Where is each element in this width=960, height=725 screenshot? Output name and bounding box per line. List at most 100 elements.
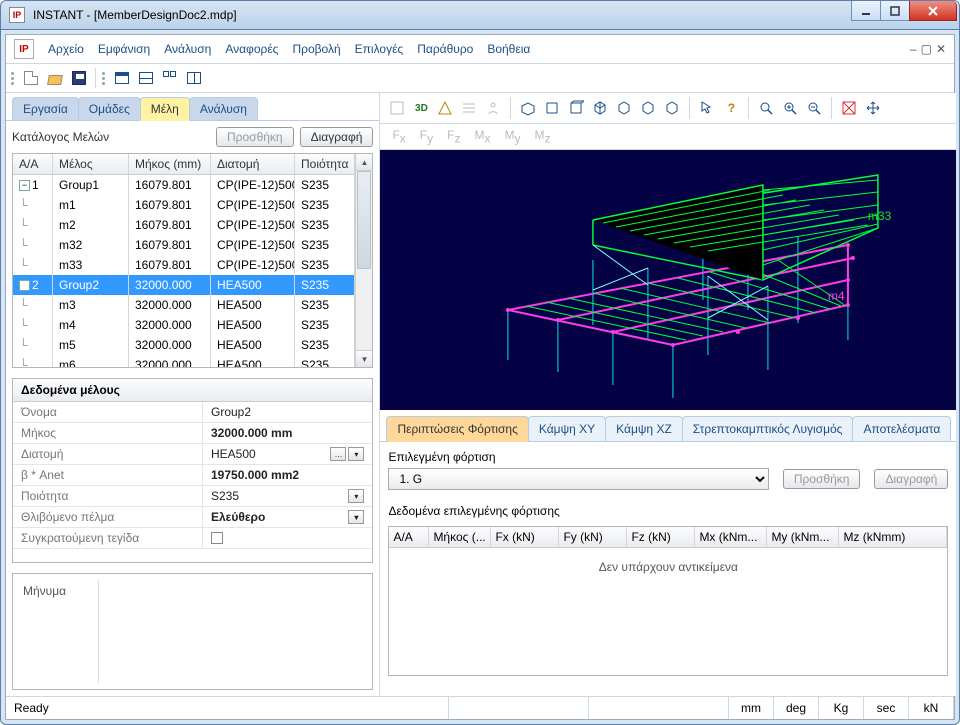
table-row[interactable]: └m3216079.801CP(IPE-12)500S235 <box>13 235 355 255</box>
window-tile-icon[interactable] <box>135 67 157 89</box>
toolbar-grip-icon[interactable] <box>10 68 15 88</box>
status-unit-deg[interactable]: deg <box>774 697 819 719</box>
tab-results[interactable]: Αποτελέσματα <box>852 416 951 441</box>
status-unit-kn[interactable]: kN <box>909 697 954 719</box>
col-fx[interactable]: Fx (kN) <box>491 527 559 547</box>
view-people-icon[interactable] <box>482 97 504 119</box>
members-scrollbar[interactable]: ▲ ▼ <box>355 154 372 367</box>
col-section[interactable]: Διατομή <box>211 154 295 174</box>
view-mesh-icon[interactable] <box>458 97 480 119</box>
menu-view[interactable]: Προβολή <box>292 42 340 56</box>
col-length[interactable]: Μήκος (... <box>429 527 491 547</box>
open-file-icon[interactable] <box>44 67 66 89</box>
col-fy[interactable]: Fy (kN) <box>559 527 627 547</box>
tab-load-cases[interactable]: Περιπτώσεις Φόρτισης <box>386 416 528 442</box>
col-fz[interactable]: Fz (kN) <box>627 527 695 547</box>
col-mx[interactable]: Mx (kNm... <box>695 527 767 547</box>
add-member-button[interactable]: Προσθήκη <box>216 127 294 147</box>
tab-analysis[interactable]: Ανάλυση <box>189 97 258 120</box>
view-3d-icon[interactable]: 3D <box>410 97 432 119</box>
property-value[interactable]: HEA500…▾ <box>203 444 372 464</box>
menu-reports[interactable]: Αναφορές <box>225 42 278 56</box>
force-mx[interactable]: Mx <box>474 128 490 145</box>
menu-file[interactable]: Αρχείο <box>48 42 84 56</box>
menu-window[interactable]: Παράθυρο <box>417 42 473 56</box>
table-row[interactable]: └m432000.000HEA500S235 <box>13 315 355 335</box>
property-value[interactable] <box>203 528 372 548</box>
force-my[interactable]: My <box>504 128 520 145</box>
pan-icon[interactable] <box>862 97 884 119</box>
table-row[interactable]: └m532000.000HEA500S235 <box>13 335 355 355</box>
close-button[interactable] <box>909 1 957 21</box>
zoom-fit-icon[interactable] <box>755 97 777 119</box>
col-my[interactable]: My (kNm... <box>767 527 839 547</box>
view-front-icon[interactable] <box>517 97 539 119</box>
col-length[interactable]: Μήκος (mm) <box>129 154 211 174</box>
col-index[interactable]: Α/Α <box>13 154 53 174</box>
table-row[interactable]: └m332000.000HEA500S235 <box>13 295 355 315</box>
status-unit-sec[interactable]: sec <box>864 697 909 719</box>
scroll-track[interactable] <box>356 171 372 350</box>
window-single-icon[interactable] <box>111 67 133 89</box>
table-row[interactable]: └m632000.000HEA500S235 <box>13 355 355 367</box>
select-window-icon[interactable] <box>838 97 860 119</box>
tree-toggle-icon[interactable]: − <box>19 180 30 191</box>
view-top-icon[interactable] <box>541 97 563 119</box>
view-iso1-icon[interactable] <box>589 97 611 119</box>
table-row[interactable]: − 1Group116079.801CP(IPE-12)500S235 <box>13 175 355 195</box>
view-iso4-icon[interactable] <box>661 97 683 119</box>
mdi-close-icon[interactable]: ✕ <box>936 42 946 56</box>
zoom-in-icon[interactable] <box>779 97 801 119</box>
save-file-icon[interactable] <box>68 67 90 89</box>
force-fz[interactable]: Fz <box>447 128 460 145</box>
property-value[interactable]: 32000.000 mm <box>203 423 372 443</box>
scroll-down-icon[interactable]: ▼ <box>356 350 372 367</box>
table-row[interactable]: └m3316079.801CP(IPE-12)500S235 <box>13 255 355 275</box>
table-row[interactable]: └m116079.801CP(IPE-12)500S235 <box>13 195 355 215</box>
delete-member-button[interactable]: Διαγραφή <box>300 127 374 147</box>
property-value[interactable]: Ελεύθερο▾ <box>203 507 372 527</box>
tab-groups[interactable]: Ομάδες <box>78 97 141 120</box>
property-value[interactable]: 19750.000 mm2 <box>203 465 372 485</box>
ellipsis-icon[interactable]: … <box>330 447 346 461</box>
property-value[interactable]: Group2 <box>203 402 372 422</box>
status-unit-kg[interactable]: Kg <box>819 697 864 719</box>
zoom-out-icon[interactable] <box>803 97 825 119</box>
table-row[interactable]: └m216079.801CP(IPE-12)500S235 <box>13 215 355 235</box>
window-cascade-icon[interactable] <box>159 67 181 89</box>
view-grid-icon[interactable] <box>434 97 456 119</box>
tree-toggle-icon[interactable]: − <box>19 280 30 291</box>
view-draw-icon[interactable] <box>386 97 408 119</box>
chevron-down-icon[interactable]: ▾ <box>348 447 364 461</box>
scroll-up-icon[interactable]: ▲ <box>356 154 372 171</box>
scroll-thumb[interactable] <box>357 171 371 269</box>
force-fy[interactable]: Fy <box>420 128 433 145</box>
mdi-minimize-icon[interactable]: – <box>910 42 917 56</box>
chevron-down-icon[interactable]: ▾ <box>348 510 364 524</box>
tab-work[interactable]: Εργασία <box>12 97 79 120</box>
menu-options[interactable]: Επιλογές <box>355 42 404 56</box>
add-load-button[interactable]: Προσθήκη <box>783 469 861 489</box>
tab-bending-xz[interactable]: Κάμψη XZ <box>605 416 683 441</box>
toolbar-grip-icon[interactable] <box>101 68 106 88</box>
col-aa[interactable]: Α/Α <box>389 527 429 547</box>
col-quality[interactable]: Ποιότητα <box>295 154 355 174</box>
checkbox[interactable] <box>211 532 223 544</box>
mdi-restore-icon[interactable]: ▢ <box>921 42 932 56</box>
force-fx[interactable]: FFxx <box>392 128 405 145</box>
status-unit-mm[interactable]: mm <box>729 697 774 719</box>
menu-help[interactable]: Βοήθεια <box>487 42 530 56</box>
minimize-button[interactable] <box>851 1 881 21</box>
view-iso2-icon[interactable] <box>613 97 635 119</box>
tab-ltb[interactable]: Στρεπτοκαμπτικός Λυγισμός <box>682 416 854 441</box>
delete-load-button[interactable]: Διαγραφή <box>874 469 948 489</box>
maximize-button[interactable] <box>880 1 910 21</box>
chevron-down-icon[interactable]: ▾ <box>348 489 364 503</box>
view-iso3-icon[interactable] <box>637 97 659 119</box>
table-row[interactable]: − 2Group232000.000HEA500S235 <box>13 275 355 295</box>
col-mz[interactable]: Mz (kNmm) <box>839 527 947 547</box>
pointer-icon[interactable] <box>696 97 718 119</box>
col-member[interactable]: Μέλος <box>53 154 129 174</box>
view-side-icon[interactable] <box>565 97 587 119</box>
force-mz[interactable]: Mz <box>534 128 550 145</box>
